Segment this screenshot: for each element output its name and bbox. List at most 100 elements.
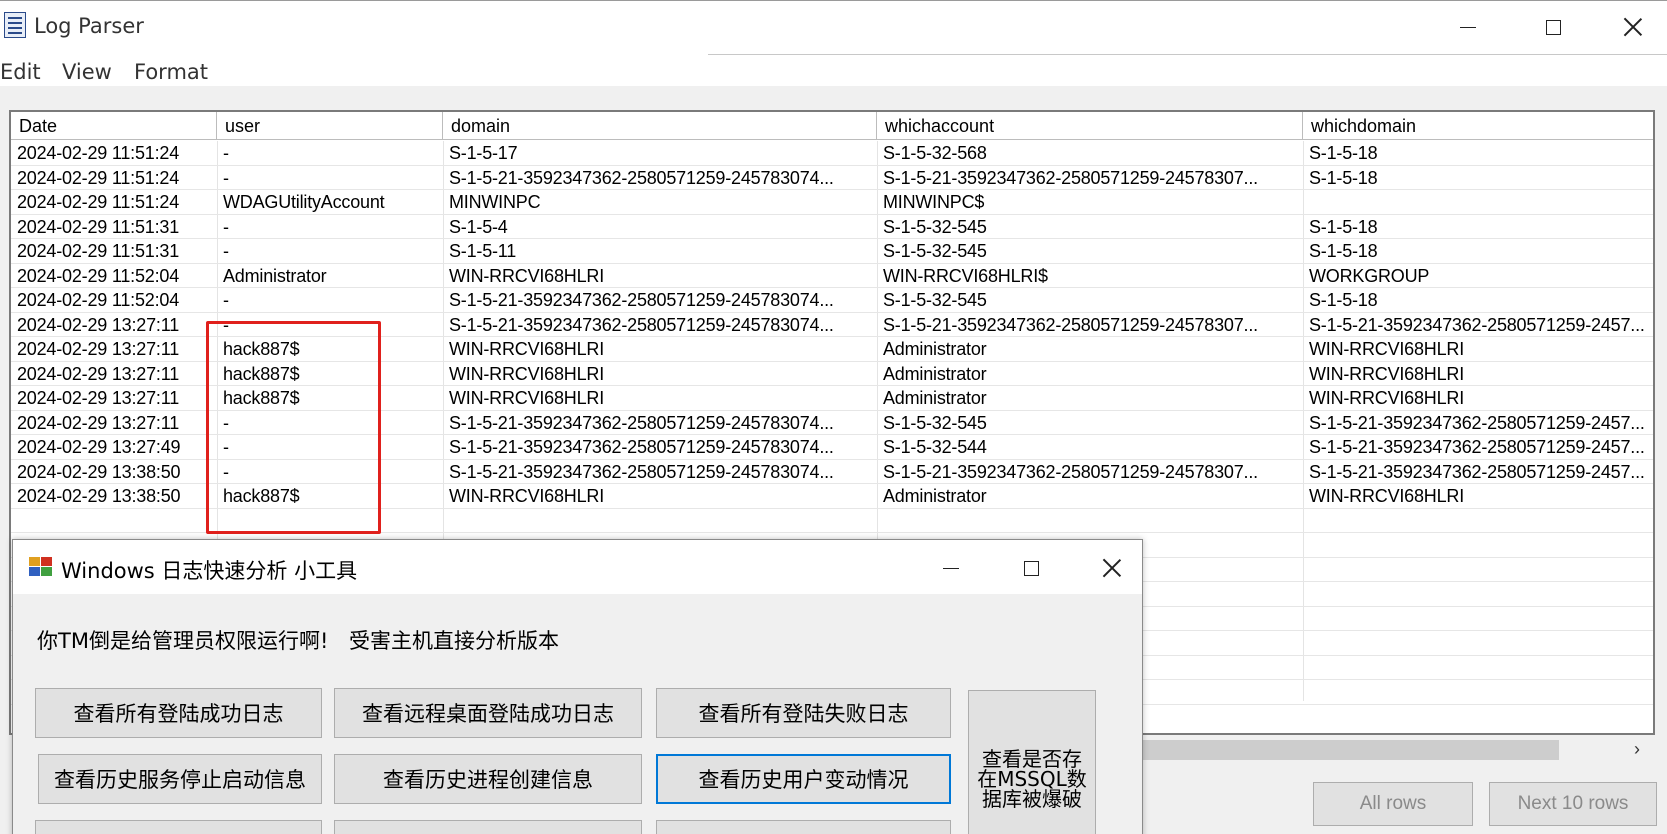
column-header-user[interactable]: user — [217, 112, 443, 140]
cell-domain: WIN-RRCVI68HLRI — [449, 339, 605, 359]
dialog-title: Windows 日志快速分析 小工具 — [61, 559, 358, 583]
version-label: 受害主机直接分析版本 — [349, 629, 559, 653]
cell-date: 2024-02-29 13:27:49 — [17, 437, 181, 457]
cell-whichaccount: S-1-5-21-3592347362-2580571259-24578307.… — [883, 167, 1258, 188]
cell-user: - — [223, 241, 229, 261]
table-row[interactable]: 2024-02-29 11:51:24 - S-1-5-17 S-1-5-32-568… — [11, 141, 1653, 166]
cell-user: - — [223, 143, 229, 163]
cell-date: 2024-02-29 11:51:31 — [17, 216, 180, 237]
scroll-right-icon[interactable]: › — [1625, 737, 1649, 761]
close-icon — [1103, 559, 1121, 577]
cell-whichdomain: S-1-5-18 — [1309, 241, 1378, 261]
menu-format[interactable]: Format — [134, 60, 208, 84]
cell-domain: WIN-RRCVI68HLRI — [449, 363, 605, 384]
cell-domain: S-1-5-21-3592347362-2580571259-245783074… — [449, 314, 834, 335]
partial-button[interactable] — [35, 820, 322, 834]
rdp-success-button[interactable]: 查看远程桌面登陆成功日志 — [334, 688, 642, 738]
partial-button[interactable] — [656, 820, 951, 834]
mssql-bruteforce-button[interactable]: 查看是否存 在MSSQL数 据库被爆破 — [968, 690, 1096, 834]
close-icon — [1624, 18, 1642, 36]
column-header-whichaccount[interactable]: whichaccount — [877, 112, 1303, 140]
cell-domain: S-1-5-4 — [449, 216, 508, 237]
table-row[interactable]: 2024-02-29 11:51:24 - S-1-5-21-3592347362-… — [11, 166, 1653, 190]
cell-whichdomain: S-1-5-21-3592347362-2580571259-2457... — [1309, 437, 1645, 457]
cell-user: - — [223, 216, 229, 237]
cell-domain: WIN-RRCVI68HLRI — [449, 265, 605, 286]
cell-domain: S-1-5-21-3592347362-2580571259-245783074… — [449, 437, 834, 457]
cell-whichdomain: S-1-5-18 — [1309, 143, 1378, 163]
scrollbar-thumb[interactable] — [1139, 740, 1559, 760]
minimize-button[interactable] — [1436, 8, 1500, 46]
cell-date: 2024-02-29 11:51:24 — [17, 143, 180, 163]
dialog-close-button[interactable] — [1084, 550, 1140, 586]
cell-date: 2024-02-29 11:51:24 — [17, 192, 180, 212]
cell-domain: S-1-5-17 — [449, 143, 518, 163]
maximize-button[interactable] — [1521, 8, 1585, 46]
menubar-divider — [708, 54, 1667, 55]
maximize-icon — [1023, 560, 1039, 576]
next-rows-button[interactable]: Next 10 rows — [1489, 782, 1657, 826]
cell-date: 2024-02-29 11:51:24 — [17, 167, 180, 188]
cell-domain: S-1-5-21-3592347362-2580571259-245783074… — [449, 290, 834, 310]
cell-whichaccount: Administrator — [883, 388, 987, 408]
cell-whichdomain: S-1-5-18 — [1309, 290, 1378, 310]
cell-date: 2024-02-29 11:52:04 — [17, 265, 180, 286]
column-header-whichdomain[interactable]: whichdomain — [1303, 112, 1653, 140]
cell-whichaccount: S-1-5-32-545 — [883, 412, 987, 433]
cell-whichdomain: WORKGROUP — [1309, 265, 1430, 286]
column-header-domain[interactable]: domain — [443, 112, 877, 140]
login-failed-button[interactable]: 查看所有登陆失败日志 — [656, 688, 951, 738]
cell-date: 2024-02-29 13:27:11 — [17, 314, 180, 335]
table-row[interactable]: 2024-02-29 11:52:04 Administrator WIN-RRCV… — [11, 264, 1653, 288]
user-changes-button[interactable]: 查看历史用户变动情况 — [656, 754, 951, 804]
admin-warning-label: 你TM倒是给管理员权限运行啊! — [37, 629, 329, 653]
cell-whichaccount: Administrator — [883, 339, 987, 359]
cell-user: Administrator — [223, 265, 327, 286]
grid-header: Date user domain whichaccount whichdomai… — [11, 112, 1653, 140]
minimize-icon — [1460, 26, 1476, 28]
cell-whichaccount: S-1-5-32-568 — [883, 143, 987, 163]
cell-whichaccount: MINWINPC$ — [883, 192, 985, 212]
cell-date: 2024-02-29 13:27:11 — [17, 363, 180, 384]
dialog-titlebar: Windows 日志快速分析 小工具 — [13, 540, 1142, 594]
process-history-button[interactable]: 查看历史进程创建信息 — [334, 754, 642, 804]
mssql-button-line: 查看是否存 — [982, 747, 1082, 771]
window-title: Log Parser — [34, 14, 144, 38]
login-success-button[interactable]: 查看所有登陆成功日志 — [35, 688, 322, 738]
menu-view[interactable]: View — [62, 60, 112, 84]
cell-date: 2024-02-29 13:27:11 — [17, 388, 180, 408]
table-row[interactable]: 2024-02-29 11:51:31 - S-1-5-4 S-1-5-32-545 S… — [11, 215, 1653, 239]
cell-whichdomain: S-1-5-21-3592347362-2580571259-2457... — [1309, 314, 1645, 335]
table-row[interactable]: 2024-02-29 11:52:04 - S-1-5-21-3592347362-… — [11, 288, 1653, 313]
close-button[interactable] — [1601, 8, 1665, 46]
highlight-annotation — [206, 321, 381, 534]
cell-whichaccount: S-1-5-21-3592347362-2580571259-24578307.… — [883, 461, 1258, 482]
cell-whichaccount: S-1-5-32-545 — [883, 241, 987, 261]
window-top-edge — [0, 0, 1667, 1]
cell-whichdomain: WIN-RRCVI68HLRI — [1309, 363, 1465, 384]
all-rows-button[interactable]: All rows — [1313, 782, 1473, 826]
partial-button[interactable] — [334, 820, 642, 834]
cell-whichaccount: Administrator — [883, 486, 987, 506]
cell-user: WDAGUtilityAccount — [223, 192, 385, 212]
menu-edit[interactable]: Edit — [0, 60, 41, 84]
table-row[interactable]: 2024-02-29 11:51:31 - S-1-5-11 S-1-5-32-545… — [11, 239, 1653, 264]
log-analysis-dialog: Windows 日志快速分析 小工具 你TM倒是给管理员权限运行啊! 受害主机直… — [12, 539, 1143, 834]
table-row[interactable]: 2024-02-29 11:51:24 WDAGUtilityAccount MIN… — [11, 190, 1653, 215]
cell-whichaccount: S-1-5-32-544 — [883, 437, 987, 457]
column-header-date[interactable]: Date — [11, 112, 217, 140]
mssql-button-line: 据库被爆破 — [982, 787, 1082, 811]
cell-domain: S-1-5-21-3592347362-2580571259-245783074… — [449, 461, 834, 482]
cell-date: 2024-02-29 13:38:50 — [17, 461, 181, 482]
cell-whichdomain: S-1-5-18 — [1309, 216, 1378, 237]
service-history-button[interactable]: 查看历史服务停止启动信息 — [38, 754, 322, 804]
cell-date: 2024-02-29 11:52:04 — [17, 290, 180, 310]
cell-whichaccount: S-1-5-21-3592347362-2580571259-24578307.… — [883, 314, 1258, 335]
cell-domain: S-1-5-21-3592347362-2580571259-245783074… — [449, 167, 834, 188]
cell-date: 2024-02-29 11:51:31 — [17, 241, 180, 261]
cell-whichdomain — [1303, 190, 1653, 214]
cell-whichdomain: WIN-RRCVI68HLRI — [1309, 486, 1465, 506]
cell-whichaccount: Administrator — [883, 363, 987, 384]
dialog-minimize-button[interactable] — [923, 550, 979, 586]
dialog-maximize-button[interactable] — [1003, 550, 1059, 586]
